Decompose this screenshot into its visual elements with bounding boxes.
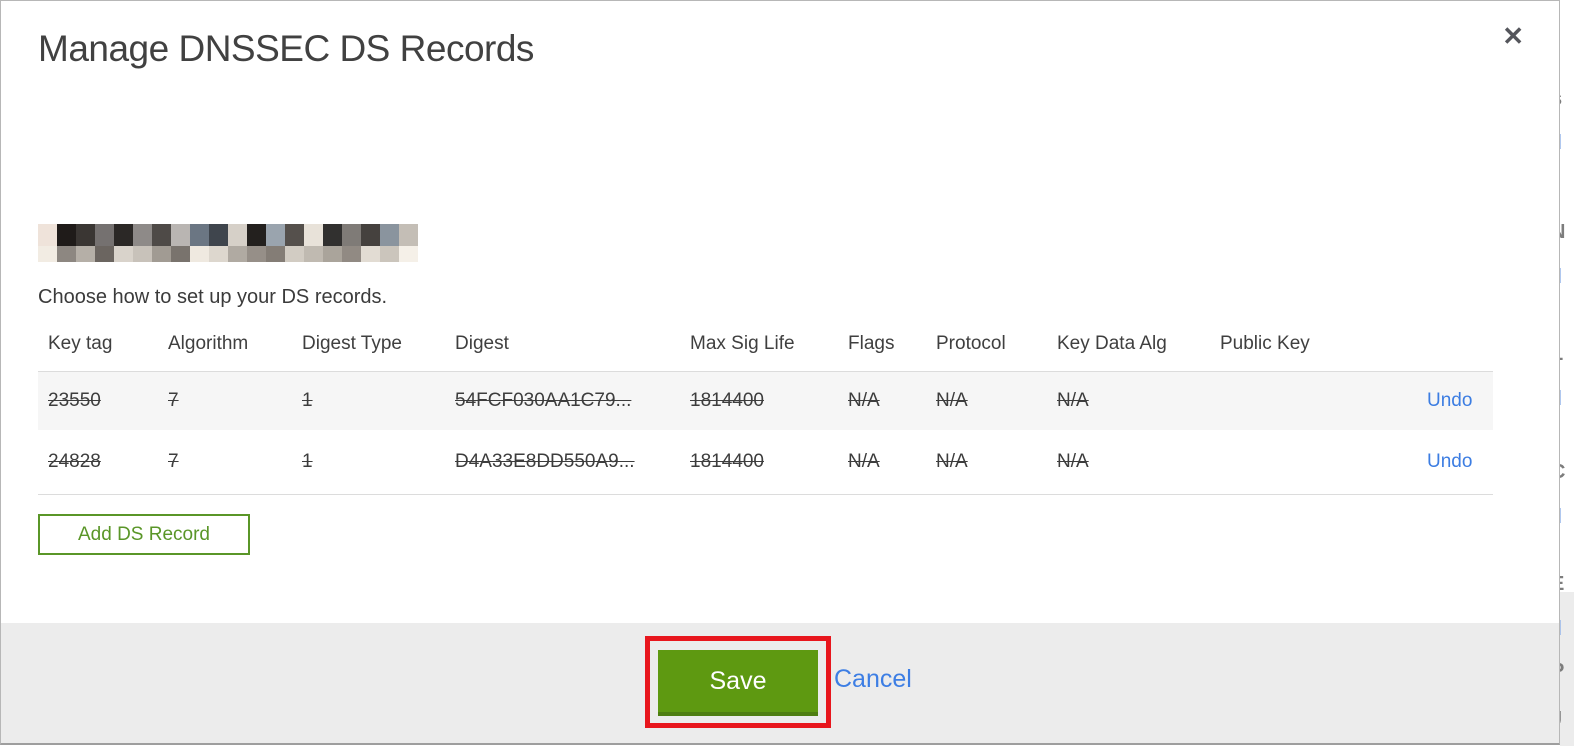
cell-flags: N/A — [848, 451, 880, 472]
background-text-fragment: d — [1560, 266, 1562, 289]
table-row: 23550 7 1 54FCF030AA1C79... 1814400 N/A … — [38, 371, 1493, 430]
cell-digest-type: 1 — [302, 390, 313, 411]
column-header-max-sig-life: Max Sig Life — [690, 333, 795, 354]
cancel-link[interactable]: Cancel — [834, 665, 912, 694]
column-header-public-key: Public Key — [1220, 333, 1310, 354]
column-header-algorithm: Algorithm — [168, 333, 249, 354]
cell-digest: 54FCF030AA1C79... — [455, 390, 632, 411]
background-text-fragment: d — [1560, 388, 1562, 411]
table-header-row: Key tag Algorithm Digest Type Digest Max… — [38, 333, 1493, 371]
column-header-key-tag: Key tag — [48, 333, 113, 354]
table-row: 24828 7 1 D4A33E8DD550A9... 1814400 N/A … — [38, 430, 1493, 495]
dnssec-modal: Manage DNSSEC DS Records ✕ Choose how to… — [0, 0, 1560, 745]
background-text-fragment: C — [1560, 461, 1565, 484]
cell-algorithm: 7 — [168, 451, 179, 472]
cell-protocol: N/A — [936, 451, 968, 472]
cell-digest-type: 1 — [302, 451, 313, 472]
red-annotation-box: Save — [645, 636, 831, 728]
cell-key-data-alg: N/A — [1057, 451, 1089, 472]
undo-link[interactable]: Undo — [1427, 451, 1493, 473]
cell-key-tag: 23550 — [48, 390, 101, 411]
cell-protocol: N/A — [936, 390, 968, 411]
instruction-text: Choose how to set up your DS records. — [38, 286, 388, 308]
column-header-key-data-alg: Key Data Alg — [1057, 333, 1167, 354]
background-text-fragment: E — [1560, 573, 1564, 596]
cell-algorithm: 7 — [168, 390, 179, 411]
ds-records-table: Key tag Algorithm Digest Type Digest Max… — [38, 333, 1493, 495]
background-text-fragment: P — [1560, 660, 1564, 683]
column-header-protocol: Protocol — [936, 333, 1006, 354]
cell-flags: N/A — [848, 390, 880, 411]
column-header-digest-type: Digest Type — [302, 333, 402, 354]
add-ds-record-button[interactable]: Add DS Record — [38, 514, 250, 555]
cell-key-data-alg: N/A — [1057, 390, 1089, 411]
column-header-flags: Flags — [848, 333, 895, 354]
background-text-fragment: d — [1560, 132, 1562, 155]
background-page-strip: sdNdLdCdEdPJ — [1560, 0, 1574, 746]
modal-footer: Save Cancel — [1, 623, 1559, 743]
column-header-digest: Digest — [455, 333, 509, 354]
background-text-fragment: N — [1560, 221, 1565, 244]
domain-name-redacted — [38, 224, 418, 262]
close-icon[interactable]: ✕ — [1502, 23, 1524, 49]
screen: sdNdLdCdEdPJ Manage DNSSEC DS Records ✕ … — [0, 0, 1574, 746]
cell-max-sig-life: 1814400 — [690, 390, 764, 411]
modal-title: Manage DNSSEC DS Records — [38, 28, 534, 69]
background-text-fragment: d — [1560, 506, 1562, 529]
background-text-fragment: L — [1560, 343, 1563, 366]
cell-max-sig-life: 1814400 — [690, 451, 764, 472]
background-text-fragment: J — [1560, 708, 1562, 731]
background-text-fragment: d — [1560, 618, 1562, 641]
background-text-fragment: s — [1560, 88, 1562, 111]
redacted-pixel-row — [38, 246, 418, 262]
cell-digest: D4A33E8DD550A9... — [455, 451, 635, 472]
cell-key-tag: 24828 — [48, 451, 101, 472]
save-button[interactable]: Save — [658, 650, 818, 716]
undo-link[interactable]: Undo — [1427, 390, 1493, 412]
redacted-pixel-row — [38, 224, 418, 246]
